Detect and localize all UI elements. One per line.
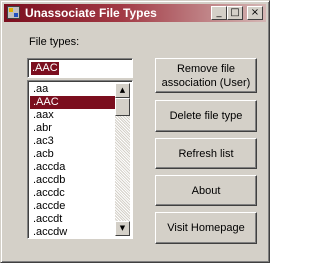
list-item[interactable]: .accda [30,161,116,174]
remove-association-label: Remove file association (User) [161,62,251,89]
file-types-list[interactable]: .aa .AAC .aax .abr .ac3 .acb .accda .accdb .accd… [27,80,133,239]
delete-file-type-label: Delete file type [169,110,243,122]
visit-homepage-label: Visit Homepage [167,222,245,234]
list-item[interactable]: .accdb [30,174,116,187]
main-window: Unassociate File Types _ □ × File types:… [0,0,270,263]
maximize-button[interactable]: □ [227,6,243,20]
list-item[interactable]: .aa [30,83,116,96]
list-item[interactable]: .AAC [30,96,116,109]
minimize-button[interactable]: _ [211,6,227,20]
remove-association-button[interactable]: Remove file association (User) [155,58,257,93]
scroll-thumb[interactable] [115,98,130,116]
list-item[interactable]: .accdc [30,187,116,200]
list-item[interactable]: .accdt [30,213,116,226]
list-item[interactable]: .accdw [30,226,116,238]
app-icon[interactable] [7,6,20,19]
refresh-list-button[interactable]: Refresh list [155,138,257,169]
window-title: Unassociate File Types [25,6,157,20]
about-button[interactable]: About [155,175,257,206]
file-type-input[interactable]: .AAC [27,58,133,78]
about-label: About [191,184,221,197]
scroll-up-button[interactable]: ▲ [115,83,130,98]
refresh-list-label: Refresh list [178,147,234,160]
file-type-input-value: .AAC [31,62,59,75]
list-item[interactable]: .acb [30,148,116,161]
title-bar[interactable]: Unassociate File Types _ □ × [4,4,266,22]
list-item[interactable]: .aax [30,109,116,122]
list-item[interactable]: .accde [30,200,116,213]
list-item[interactable]: .abr [30,122,116,135]
delete-file-type-button[interactable]: Delete file type [155,100,257,132]
list-scrollbar[interactable]: ▲ ▼ [115,83,130,236]
list-items: .aa .AAC .aax .abr .ac3 .acb .accda .accdb .accd… [30,83,116,238]
file-types-label: File types: [29,36,80,48]
visit-homepage-button[interactable]: Visit Homepage [155,212,257,244]
list-item[interactable]: .ac3 [30,135,116,148]
scroll-down-button[interactable]: ▼ [115,221,130,236]
close-button[interactable]: × [247,6,263,20]
